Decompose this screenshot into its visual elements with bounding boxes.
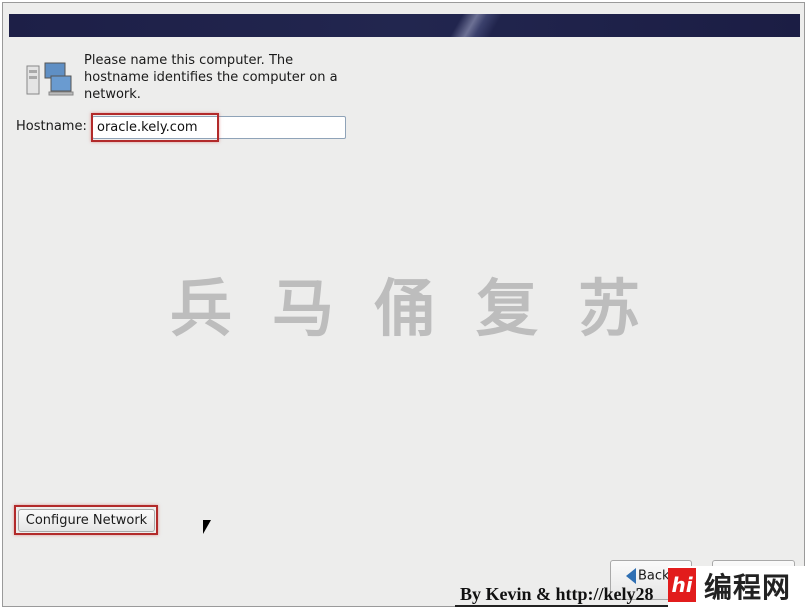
watermark-char: 马 [271,272,334,345]
hostname-description: Please name this computer. The hostname … [84,53,338,102]
back-button-label: Back [638,568,670,584]
mouse-cursor-icon [203,520,211,534]
watermark-char: 苏 [577,272,640,345]
banner-streak [439,14,509,37]
watermark-char: 俑 [373,272,436,345]
header-banner [9,14,800,37]
hostname-label: Hostname: [16,119,87,134]
watermark-char: 复 [475,272,538,345]
site-logo: hi 编程网 [668,566,809,611]
watermark: 兵 马 俑 复 苏 [170,258,640,348]
credit-text: By Kevin & http://kely28 [460,584,654,604]
hostname-input[interactable] [92,116,346,139]
watermark-char: 兵 [170,272,233,345]
logo-mark: hi [668,568,696,602]
logo-text: 编程网 [704,571,792,604]
network-computers-icon [26,62,74,96]
back-arrow-icon [626,568,636,584]
configure-network-button[interactable]: Configure Network [18,509,155,532]
